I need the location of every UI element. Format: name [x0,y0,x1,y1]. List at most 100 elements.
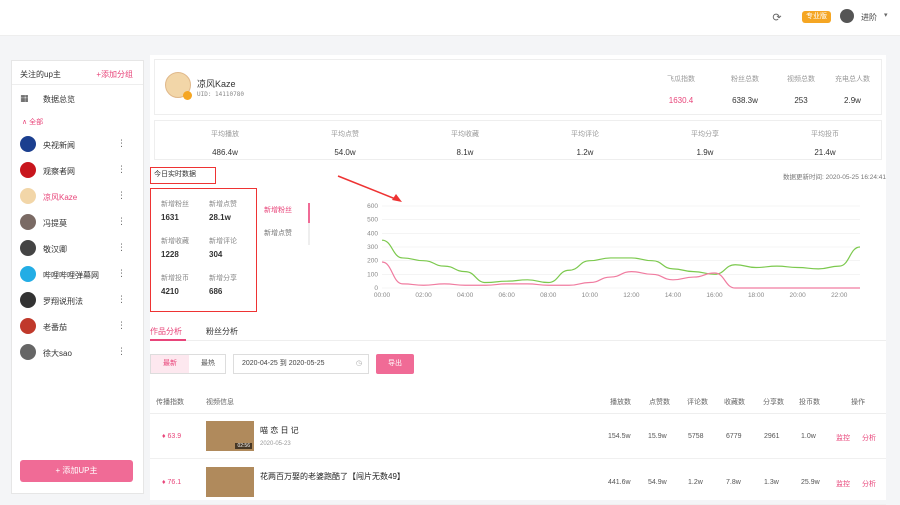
realtime-value: 304 [209,250,223,259]
realtime-stat: 新增点赞 28.1w [209,199,255,222]
sidebar-item-up[interactable]: 敬汉卿 ⋮ [12,235,143,261]
share-count: 2961 [764,433,780,440]
profile-uid: UID: 14110780 [197,91,244,98]
realtime-stats-box: 新增粉丝 1631 新增点赞 28.1w 新增收藏 1228 新增评论 304 新增投币… [150,188,257,312]
stat-label: 充电总人数 [835,76,870,83]
tab-works[interactable]: 作品分析 [150,326,182,337]
refresh-icon[interactable]: ⟳ [770,11,784,25]
more-icon[interactable]: ⋮ [117,320,126,331]
column-header[interactable]: 传播指数 [156,397,184,407]
realtime-value: 686 [209,287,223,296]
update-time: 数据更新时间: 2020-05-25 16:24:41 [783,174,886,181]
tab-new-likes[interactable]: 新增点赞 [264,228,292,238]
clock-icon: ◷ [355,360,362,367]
like-count: 54.9w [648,479,667,486]
date-range-picker[interactable]: 2020-04-25 到 2020-05-25 ◷ [233,354,369,374]
x-tick-label: 08:00 [540,292,557,299]
y-tick-label: 600 [367,203,378,210]
sidebar-item-label: 徐大sao [43,349,72,358]
stat-value: 1630.4 [668,96,694,105]
sidebar: 关注的up主 +添加分组 ▦ 数据总览 ∧ 全部 央视新闻 ⋮ 观察者网 ⋮ 凉… [11,60,144,494]
play-count: 154.5w [608,433,631,440]
fav-count: 7.8w [726,479,741,486]
sidebar-item-up[interactable]: 观察者网 ⋮ [12,157,143,183]
more-icon[interactable]: ⋮ [117,268,126,279]
table-row: ♦ 76.1 花两百万娶的老婆跑酷了【闯片无数49】 441.6w 54.9w … [150,461,886,505]
main-panel: 凉风Kaze UID: 14110780 飞瓜指数 1630.4 粉丝总数 638… [150,55,886,505]
sort-latest[interactable]: 最新 [151,355,189,373]
series-line-0 [381,239,861,284]
tab-new-fans[interactable]: 新增粉丝 [264,205,292,215]
more-icon[interactable]: ⋮ [117,242,126,253]
y-tick-label: 500 [367,217,378,224]
sidebar-item-overview[interactable]: ▦ 数据总览 [12,85,143,111]
realtime-label: 新增点赞 [209,201,237,208]
sidebar-item-up[interactable]: 央视新闻 ⋮ [12,131,143,157]
column-header: 分享数 [763,399,784,406]
index-value: 63.9 [167,433,182,440]
add-up-button[interactable]: + 添加UP主 [20,460,133,482]
more-icon[interactable]: ⋮ [117,190,126,201]
share-count: 1.3w [764,479,779,486]
analyze-link[interactable]: 分析 [862,433,876,443]
tab-fans[interactable]: 粉丝分析 [206,326,238,337]
analyze-link[interactable]: 分析 [862,479,876,489]
average-stat: 平均投币 21.4w [785,129,865,157]
sidebar-item-up[interactable]: 徐大sao ⋮ [12,339,143,365]
sidebar-item-up[interactable]: 罗翔说刑法 ⋮ [12,287,143,313]
video-title[interactable]: 花两百万娶的老婆跑酷了【闯片无数49】 [260,471,405,482]
monitor-link[interactable]: 监控 [836,479,850,489]
group-all[interactable]: ∧ 全部 [12,111,143,131]
x-tick-label: 00:00 [374,292,391,299]
column-header: 视频信息 [206,399,234,406]
up-avatar [20,292,36,308]
column-header: 评论数 [687,399,708,406]
video-date: 2020-05-23 [260,441,291,447]
video-thumbnail[interactable] [206,467,254,497]
stat-value: 2.9w [844,96,861,105]
sort-hottest[interactable]: 最热 [189,355,227,373]
sidebar-item-label: 观察者网 [43,167,75,176]
realtime-title: 今日实时数据 [150,167,216,184]
series-line-1 [381,261,860,289]
more-icon[interactable]: ⋮ [117,138,126,149]
sidebar-item-up[interactable]: 老番茄 ⋮ [12,313,143,339]
username[interactable]: 进阶 [861,12,877,23]
more-icon[interactable]: ⋮ [117,294,126,305]
sidebar-item-up[interactable]: 凉风Kaze ⋮ [12,183,143,209]
video-title[interactable]: 喵 恋 日 记 [260,425,299,436]
realtime-label: 新增收藏 [161,238,189,245]
up-avatar [20,214,36,230]
more-icon[interactable]: ⋮ [117,164,126,175]
verified-badge-icon [183,91,192,100]
more-icon[interactable]: ⋮ [117,346,126,357]
profile-name: 凉风Kaze [197,79,236,89]
x-tick-label: 18:00 [748,292,765,299]
add-group-link[interactable]: +添加分组 [96,69,133,80]
stat-value: 253 [794,96,808,105]
monitor-link[interactable]: 监控 [836,433,850,443]
x-tick-label: 16:00 [706,292,723,299]
average-stat: 平均评论 1.2w [545,129,625,157]
average-label: 平均投币 [811,131,839,138]
sidebar-item-up[interactable]: 冯提莫 ⋮ [12,209,143,235]
group-label: ∧ 全部 [22,119,44,126]
table-header: 传播指数 视频信息 播放数 点赞数 评论数 收藏数 分享数 投币数 操作 [150,394,886,414]
analysis-tabs: 作品分析 粉丝分析 [150,321,886,341]
x-tick-label: 12:00 [623,292,640,299]
sidebar-item-up[interactable]: 哔哩哔哩弹幕网 ⋮ [12,261,143,287]
x-tick-label: 10:00 [582,292,599,299]
date-range-text: 2020-04-25 到 2020-05-25 [242,360,325,367]
more-icon[interactable]: ⋮ [117,216,126,227]
y-tick-label: 100 [367,271,378,278]
video-thumbnail[interactable]: 02:56 [206,421,254,451]
coin-count: 25.9w [801,479,820,486]
column-header: 点赞数 [649,399,670,406]
x-tick-label: 22:00 [831,292,848,299]
average-stats: 平均播放 486.4w 平均点赞 54.0w 平均收藏 8.1w 平均评论 1.2w 平… [154,120,882,160]
active-tab-underline [150,339,186,341]
export-button[interactable]: 导出 [376,354,414,374]
chevron-down-icon[interactable]: ▾ [884,11,888,19]
avatar[interactable] [840,9,854,23]
profile-stat: 视频总数 253 [787,74,815,105]
